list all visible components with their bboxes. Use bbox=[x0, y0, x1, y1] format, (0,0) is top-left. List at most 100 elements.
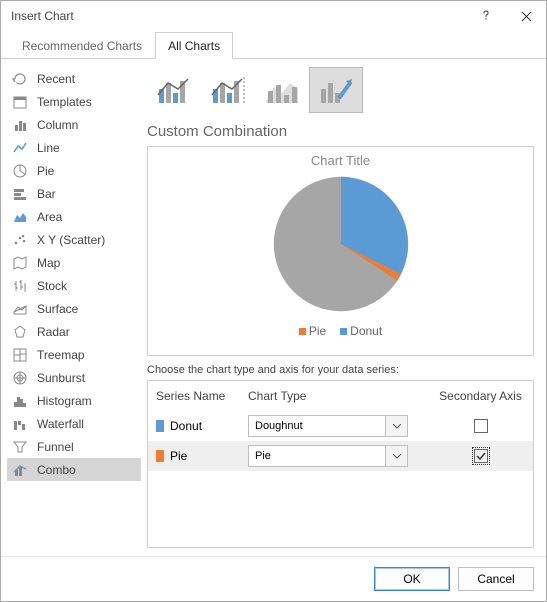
sidebar-item-waterfall[interactable]: Waterfall bbox=[7, 412, 141, 435]
series-row: Donut Doughnut bbox=[148, 411, 533, 441]
subtype-clustered-line-secondary[interactable] bbox=[201, 67, 255, 113]
sunburst-icon bbox=[11, 369, 29, 387]
sidebar-item-label: Surface bbox=[37, 302, 78, 316]
close-icon bbox=[521, 11, 532, 22]
close-button[interactable] bbox=[506, 1, 546, 31]
secondary-axis-checkbox-donut[interactable] bbox=[474, 419, 488, 433]
cancel-button[interactable]: Cancel bbox=[458, 567, 534, 591]
surface-icon bbox=[11, 300, 29, 318]
sidebar-item-templates[interactable]: Templates bbox=[7, 90, 141, 113]
sidebar-item-label: Recent bbox=[37, 72, 75, 86]
content: Recent Templates Column Line Pie Bar Are… bbox=[1, 59, 546, 556]
sidebar-item-stock[interactable]: Stock bbox=[7, 274, 141, 297]
sidebar-item-label: Histogram bbox=[37, 394, 92, 408]
pie-chart bbox=[271, 174, 411, 314]
help-icon bbox=[480, 10, 492, 22]
legend-item-donut: Donut bbox=[340, 324, 382, 338]
sidebar-item-column[interactable]: Column bbox=[7, 113, 141, 136]
select-value: Doughnut bbox=[249, 420, 385, 432]
sidebar-item-surface[interactable]: Surface bbox=[7, 297, 141, 320]
sidebar-item-label: Map bbox=[37, 256, 60, 270]
select-value: Pie bbox=[249, 450, 385, 462]
sidebar-item-treemap[interactable]: Treemap bbox=[7, 343, 141, 366]
subtype-custom-icon bbox=[316, 73, 356, 107]
sidebar-item-pie[interactable]: Pie bbox=[7, 159, 141, 182]
sidebar-item-funnel[interactable]: Funnel bbox=[7, 435, 141, 458]
titlebar: Insert Chart bbox=[1, 1, 546, 31]
footer: OK Cancel bbox=[1, 556, 546, 601]
tab-all-charts[interactable]: All Charts bbox=[155, 32, 233, 59]
sidebar-item-label: Waterfall bbox=[37, 417, 84, 431]
sidebar-item-label: Combo bbox=[37, 463, 76, 477]
templates-icon bbox=[11, 93, 29, 111]
ok-button[interactable]: OK bbox=[374, 567, 450, 591]
series-name: Pie bbox=[170, 449, 187, 463]
area-icon bbox=[11, 208, 29, 226]
sidebar-item-radar[interactable]: Radar bbox=[7, 320, 141, 343]
secondary-axis-checkbox-pie[interactable] bbox=[474, 449, 488, 463]
combo-icon bbox=[11, 461, 29, 479]
sidebar-item-label: Line bbox=[37, 141, 60, 155]
chart-type-select-donut[interactable]: Doughnut bbox=[248, 415, 408, 437]
pie-icon bbox=[11, 162, 29, 180]
sidebar-item-scatter[interactable]: X Y (Scatter) bbox=[7, 228, 141, 251]
series-swatch bbox=[156, 420, 164, 432]
funnel-icon bbox=[11, 438, 29, 456]
sidebar-item-map[interactable]: Map bbox=[7, 251, 141, 274]
series-table: Series Name Chart Type Secondary Axis Do… bbox=[147, 380, 534, 548]
header-secondary-axis: Secondary Axis bbox=[428, 389, 533, 403]
sidebar-item-label: Bar bbox=[37, 187, 56, 201]
sidebar-item-histogram[interactable]: Histogram bbox=[7, 389, 141, 412]
waterfall-icon bbox=[11, 415, 29, 433]
subtype-clustered-line-icon bbox=[154, 73, 194, 107]
recent-icon bbox=[11, 70, 29, 88]
sidebar-item-bar[interactable]: Bar bbox=[7, 182, 141, 205]
header-chart-type: Chart Type bbox=[248, 389, 428, 403]
sidebar-item-line[interactable]: Line bbox=[7, 136, 141, 159]
subtype-stacked-area[interactable] bbox=[255, 67, 309, 113]
sidebar-item-label: Area bbox=[37, 210, 62, 224]
legend-label: Pie bbox=[309, 324, 326, 338]
chart-type-select-pie[interactable]: Pie bbox=[248, 445, 408, 467]
sidebar-item-combo[interactable]: Combo bbox=[7, 458, 141, 481]
legend-item-pie: Pie bbox=[299, 324, 326, 338]
series-row: Pie Pie bbox=[148, 441, 533, 471]
subtype-clustered-line[interactable] bbox=[147, 67, 201, 113]
stock-icon bbox=[11, 277, 29, 295]
chart-type-sidebar: Recent Templates Column Line Pie Bar Are… bbox=[1, 59, 141, 556]
chevron-down-icon bbox=[385, 416, 407, 436]
legend: Pie Donut bbox=[299, 324, 382, 338]
sidebar-item-sunburst[interactable]: Sunburst bbox=[7, 366, 141, 389]
sidebar-item-label: Funnel bbox=[37, 440, 74, 454]
series-name: Donut bbox=[170, 419, 202, 433]
legend-swatch bbox=[340, 328, 347, 335]
sidebar-item-label: X Y (Scatter) bbox=[37, 233, 105, 247]
bar-icon bbox=[11, 185, 29, 203]
sidebar-item-label: Radar bbox=[37, 325, 70, 339]
sidebar-item-recent[interactable]: Recent bbox=[7, 67, 141, 90]
legend-swatch bbox=[299, 328, 306, 335]
chart-title: Chart Title bbox=[311, 153, 370, 168]
sidebar-item-label: Templates bbox=[37, 95, 92, 109]
series-instructions: Choose the chart type and axis for your … bbox=[147, 364, 534, 376]
radar-icon bbox=[11, 323, 29, 341]
tab-recommended[interactable]: Recommended Charts bbox=[9, 32, 155, 59]
series-header: Series Name Chart Type Secondary Axis bbox=[148, 381, 533, 411]
sidebar-item-label: Sunburst bbox=[37, 371, 85, 385]
main-panel: Custom Combination Chart Title Pie Donut… bbox=[141, 59, 546, 556]
help-button[interactable] bbox=[466, 1, 506, 31]
treemap-icon bbox=[11, 346, 29, 364]
sidebar-item-area[interactable]: Area bbox=[7, 205, 141, 228]
sidebar-item-label: Column bbox=[37, 118, 78, 132]
sidebar-item-label: Stock bbox=[37, 279, 67, 293]
subtype-custom[interactable] bbox=[309, 67, 363, 113]
histogram-icon bbox=[11, 392, 29, 410]
sidebar-item-label: Treemap bbox=[37, 348, 85, 362]
column-icon bbox=[11, 116, 29, 134]
chart-preview: Chart Title Pie Donut bbox=[147, 146, 534, 356]
subtype-title: Custom Combination bbox=[147, 123, 534, 140]
chevron-down-icon bbox=[385, 446, 407, 466]
tab-bar: Recommended Charts All Charts bbox=[1, 31, 546, 59]
subtype-stacked-area-icon bbox=[262, 73, 302, 107]
legend-label: Donut bbox=[350, 324, 382, 338]
